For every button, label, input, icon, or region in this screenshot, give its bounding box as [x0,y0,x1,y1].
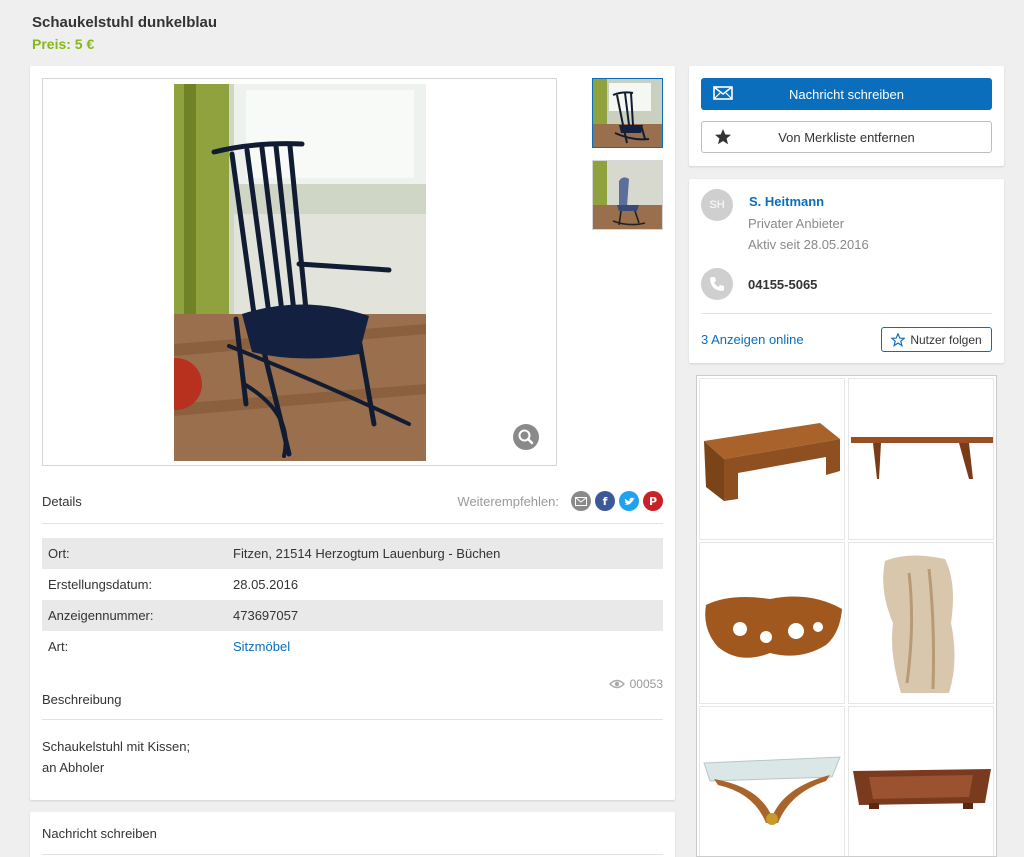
phone-number[interactable]: 04155-5065 [748,277,817,292]
detail-value: Fitzen, 21514 Herzogtum Lauenburg - Büch… [233,538,663,569]
rocking-chair-photo [174,84,426,461]
remove-watchlist-label: Von Merkliste entfernen [778,129,915,145]
description-line: Schaukelstuhl mit Kissen; [42,739,191,754]
thumbnail-1[interactable] [592,78,663,148]
detail-key: Ort: [42,538,233,569]
eye-icon [608,679,625,689]
ad-item[interactable] [699,706,845,856]
details-table: Ort: Fitzen, 21514 Herzogtum Lauenburg -… [42,538,663,662]
thumbnail-2[interactable] [592,160,663,230]
phone-icon [701,268,733,300]
twitter-icon[interactable] [619,491,639,511]
share-label: Weiterempfehlen: [457,493,559,509]
star-outline-icon [891,332,906,347]
detail-value: 28.05.2016 [233,577,299,592]
ad-item[interactable] [699,542,845,704]
listing-card: Details Weiterempfehlen: f P Ort: Fitzen… [30,66,675,800]
seller-type: Privater Anbieter [748,216,845,231]
view-count: 00053 [629,677,663,691]
envelope-icon [713,86,733,100]
detail-value: 473697057 [233,600,663,631]
description-heading: Beschreibung [42,692,122,707]
details-heading: Details [42,494,82,509]
description-text: Schaukelstuhl mit Kissen; an Abholer [42,736,190,778]
magnifier-icon [518,429,534,445]
message-section-card: Nachricht schreiben [30,812,675,857]
zoom-button[interactable] [513,424,539,450]
email-icon[interactable] [571,491,591,511]
category-link[interactable]: Sitzmöbel [233,639,290,654]
actions-card: Nachricht schreiben Von Merkliste entfer… [689,66,1004,166]
ad-image [704,423,840,501]
ad-item[interactable] [848,542,994,704]
thumbnail-image [593,161,662,229]
description-line: an Abholer [42,760,105,775]
follow-user-label: Nutzer folgen [910,332,982,347]
thumbnail-image [593,79,662,147]
seller-active-since: Aktiv seit 28.05.2016 [748,237,869,252]
write-message-label: Nachricht schreiben [789,86,904,102]
facebook-icon[interactable]: f [595,491,615,511]
table-row: Erstellungsdatum: 28.05.2016 [42,569,663,600]
main-photo[interactable] [174,84,426,461]
ad-item[interactable] [848,378,994,540]
message-divider [42,854,663,855]
ad-image [853,769,991,809]
table-row: Ort: Fitzen, 21514 Herzogtum Lauenburg -… [42,538,663,569]
pinterest-icon[interactable]: P [643,491,663,511]
listing-price: Preis: 5 € [32,36,95,52]
detail-key: Erstellungsdatum: [48,577,153,592]
listing-title: Schaukelstuhl dunkelblau [32,14,218,31]
seller-name-link[interactable]: S. Heitmann [749,194,824,209]
seller-divider [701,313,992,314]
ad-item[interactable] [699,378,845,540]
ad-image [703,756,841,825]
details-divider [42,523,663,524]
advertisement-block[interactable]: ▷ ✕ [696,375,997,857]
avatar: SH [701,189,733,221]
view-counter: 00053 [608,677,663,691]
detail-key: Art: [48,639,69,654]
star-icon [715,129,731,145]
detail-key: Anzeigennummer: [42,600,233,631]
detail-value-category: Sitzmöbel [233,631,663,662]
ad-item[interactable] [848,706,994,856]
main-image-viewer[interactable] [42,78,557,466]
follow-user-button[interactable]: Nutzer folgen [881,327,992,352]
seller-card: SH S. Heitmann Privater Anbieter Aktiv s… [689,179,1004,363]
ad-image [883,555,955,693]
share-bar: Weiterempfehlen: f P [457,491,663,511]
seller-ads-link[interactable]: 3 Anzeigen online [701,332,804,347]
remove-watchlist-button[interactable]: Von Merkliste entfernen [701,121,992,153]
write-message-button[interactable]: Nachricht schreiben [701,78,992,110]
ad-image [705,596,842,658]
description-divider [42,719,663,720]
table-row: Anzeigennummer: 473697057 [42,600,663,631]
table-row: Art: Sitzmöbel [42,631,663,662]
ad-image [851,437,993,479]
message-section-heading: Nachricht schreiben [42,826,157,841]
